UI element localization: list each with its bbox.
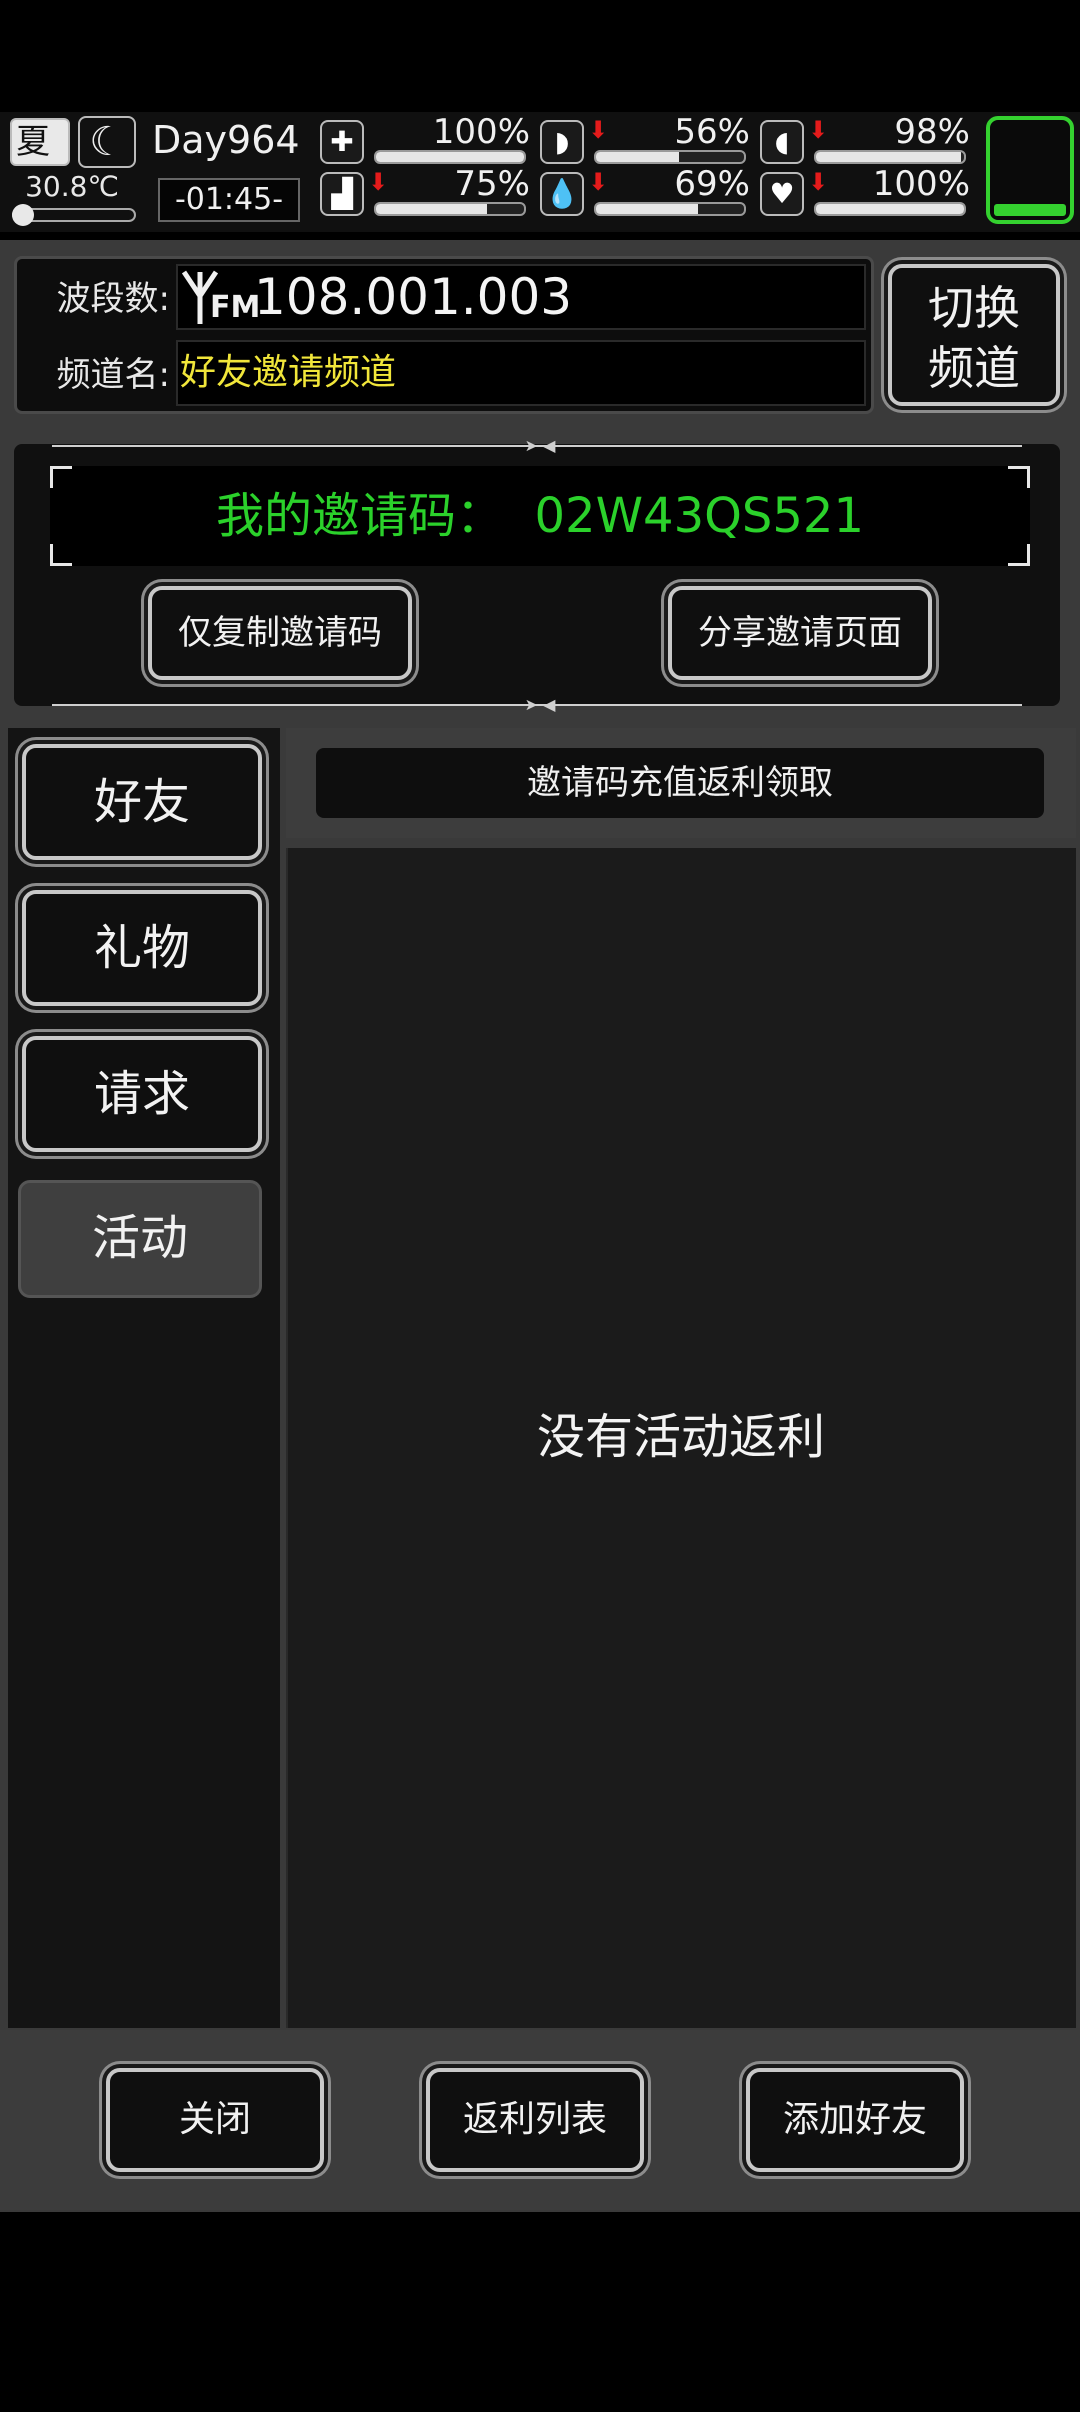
stat-bar bbox=[594, 150, 746, 164]
sidebar-item-events[interactable]: 活动 bbox=[18, 1180, 262, 1298]
tab-invite-rebate[interactable]: 邀请码充值返利领取 bbox=[316, 748, 1044, 818]
stat-bar bbox=[594, 202, 746, 216]
sidebar-item-friends[interactable]: 好友 bbox=[22, 744, 262, 860]
water-drop-icon: 💧 bbox=[540, 172, 584, 216]
decrease-arrow-icon: ⬇ bbox=[808, 168, 829, 196]
stat-bar-fill bbox=[816, 152, 962, 162]
stat-bar bbox=[374, 150, 526, 164]
season-indicator: 夏☁ bbox=[10, 118, 70, 202]
share-invite-page-button[interactable]: 分享邀请页面 bbox=[668, 586, 932, 680]
thermometer-icon bbox=[12, 204, 34, 226]
stat-value: 69% bbox=[674, 164, 750, 204]
invite-code: 我的邀请码： 02W43QS521 bbox=[215, 488, 864, 544]
stat-bar bbox=[814, 202, 966, 216]
rebate-list-button[interactable]: 返利列表 bbox=[426, 2068, 644, 2172]
switch-channel-button[interactable]: 切换 频道 bbox=[888, 264, 1060, 406]
stat-bar bbox=[374, 202, 526, 216]
stat-bar-fill bbox=[376, 204, 487, 214]
copy-invite-code-button[interactable]: 仅复制邀请码 bbox=[148, 586, 412, 680]
season-label: 夏 bbox=[16, 122, 50, 162]
stat-value: 98% bbox=[894, 112, 970, 152]
channel-label: 频道名: bbox=[56, 355, 170, 395]
empty-state-text: 没有活动返利 bbox=[536, 1409, 825, 1465]
stat-bar-fill bbox=[376, 152, 524, 162]
day-counter: Day964 bbox=[152, 118, 300, 162]
stat-bar-fill bbox=[596, 152, 679, 162]
sidebar-item-gifts[interactable]: 礼物 bbox=[22, 890, 262, 1006]
decrease-arrow-icon: ⬇ bbox=[588, 168, 609, 196]
fm-label: FM bbox=[210, 290, 261, 325]
moon-icon: ☾ bbox=[78, 116, 136, 168]
stat-bar-fill bbox=[816, 204, 964, 214]
foot-icon: ▟ bbox=[320, 172, 364, 216]
divider-arrows-icon: ➤ ◀ bbox=[524, 436, 556, 455]
frequency-value: 108.001.003 bbox=[254, 268, 573, 326]
decrease-arrow-icon: ⬇ bbox=[368, 168, 389, 196]
divider-arrows-icon: ➤ ◀ bbox=[524, 695, 556, 714]
channel-name: 好友邀请频道 bbox=[180, 352, 397, 393]
pill-icon: ◖ bbox=[760, 120, 804, 164]
frequency-label: 波段数: bbox=[56, 279, 170, 319]
battery-level bbox=[994, 204, 1066, 216]
temperature-label: 30.8℃ bbox=[25, 170, 119, 203]
add-friend-button[interactable]: 添加好友 bbox=[746, 2068, 964, 2172]
stomach-icon: ◗ bbox=[540, 120, 584, 164]
close-button[interactable]: 关闭 bbox=[106, 2068, 324, 2172]
decrease-arrow-icon: ⬇ bbox=[588, 116, 609, 144]
game-clock: -01:45- bbox=[158, 178, 300, 222]
stat-value: 56% bbox=[674, 112, 750, 152]
stat-bar-fill bbox=[596, 204, 699, 214]
sidebar-item-requests[interactable]: 请求 bbox=[22, 1036, 262, 1152]
stat-value: 100% bbox=[432, 112, 530, 152]
medkit-icon: ✚ bbox=[320, 120, 364, 164]
stat-value: 75% bbox=[454, 164, 530, 204]
heart-icon: ♥ bbox=[760, 172, 804, 216]
stat-bar bbox=[814, 150, 966, 164]
decrease-arrow-icon: ⬇ bbox=[808, 116, 829, 144]
stat-value: 100% bbox=[872, 164, 970, 204]
